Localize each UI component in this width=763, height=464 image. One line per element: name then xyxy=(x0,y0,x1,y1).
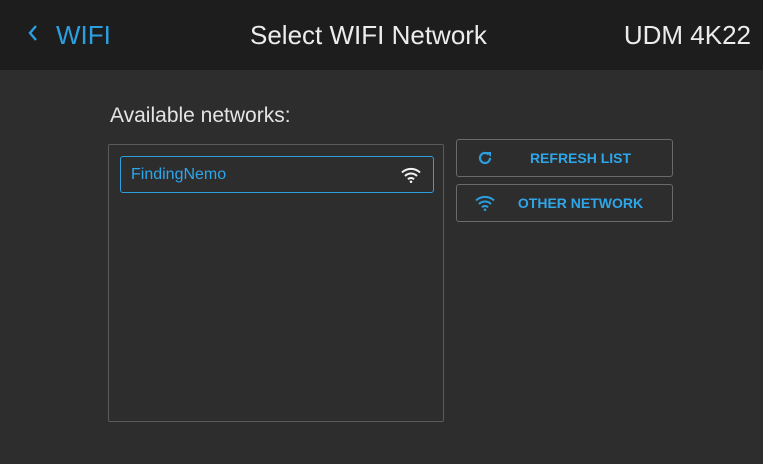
wifi-select-screen: WIFI Select WIFI Network UDM 4K22 Availa… xyxy=(0,0,763,464)
back-button[interactable]: WIFI xyxy=(26,17,111,53)
refresh-icon xyxy=(473,146,497,170)
network-item-findingnemo[interactable]: FindingNemo xyxy=(120,156,434,193)
network-list[interactable]: FindingNemo xyxy=(108,144,444,422)
wifi-icon xyxy=(473,191,497,215)
wifi-signal-icon xyxy=(401,167,421,183)
refresh-list-label: REFRESH LIST xyxy=(529,150,632,166)
device-name: UDM 4K22 xyxy=(623,20,751,50)
network-name: FindingNemo xyxy=(131,165,227,183)
other-network-label: OTHER NETWORK xyxy=(517,195,644,211)
other-network-button[interactable]: OTHER NETWORK xyxy=(456,184,673,222)
chevron-left-icon xyxy=(26,23,48,47)
available-networks-label: Available networks: xyxy=(110,104,291,127)
header-bar: WIFI Select WIFI Network UDM 4K22 xyxy=(0,0,763,70)
refresh-list-button[interactable]: REFRESH LIST xyxy=(456,139,673,177)
back-label: WIFI xyxy=(56,19,111,50)
page-title: Select WIFI Network xyxy=(250,20,487,50)
